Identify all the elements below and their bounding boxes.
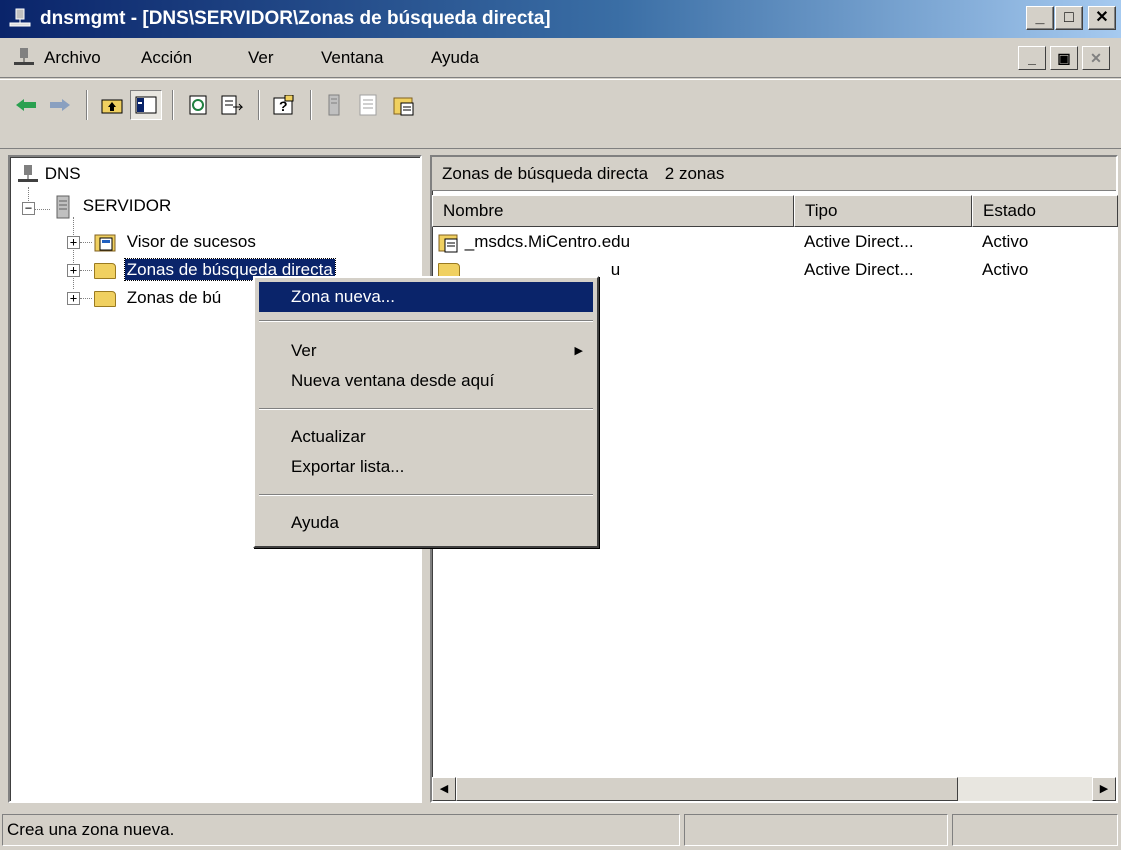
forward-icon[interactable] (44, 90, 76, 120)
row-tipo: Active Direct... (804, 260, 914, 279)
dns-root-icon (18, 164, 38, 182)
menu-item-zona-nueva[interactable]: Zona nueva... (259, 282, 593, 312)
menu-separator (259, 494, 593, 496)
help-icon[interactable]: ? (268, 90, 300, 120)
properties-icon[interactable] (352, 90, 384, 120)
title-bar[interactable]: dnsmgmt - [DNS\SERVIDOR\Zonas de búsqued… (0, 0, 1121, 38)
menu-item-ver[interactable]: Ver ▶ (259, 336, 593, 366)
row-nombre: _msdcs.MiCentro.edu (464, 232, 631, 251)
menu-ayuda[interactable]: Ayuda (431, 48, 479, 68)
child-restore-button[interactable]: ▣ (1050, 46, 1078, 70)
menu-accion[interactable]: Acción (141, 48, 192, 68)
tree-label-visor: Visor de sucesos (126, 232, 256, 251)
submenu-arrow-icon: ▶ (574, 345, 583, 357)
pane-header-count: 2 zonas (664, 164, 725, 183)
maximize-button[interactable]: □ (1055, 6, 1083, 30)
tree-item-zonas-inversa[interactable]: Zonas de bú (94, 285, 221, 311)
refresh-icon[interactable] (182, 90, 214, 120)
server-icon[interactable] (318, 90, 350, 120)
folder-icon (94, 290, 116, 307)
row-nombre-cell: _msdcs.MiCentro.edu (438, 229, 630, 255)
tree-label-zonas-inversa: Zonas de bú (126, 288, 222, 307)
tree-item-visor-sucesos[interactable]: Visor de sucesos (94, 229, 256, 255)
tree-connector (80, 270, 92, 271)
expand-visor-icon[interactable]: + (67, 236, 80, 249)
tree-label-servidor: SERVIDOR (82, 196, 172, 215)
horizontal-scrollbar[interactable]: ◀ ▶ (432, 777, 1116, 801)
collapse-server-icon[interactable]: − (22, 202, 35, 215)
toolbar-separator (86, 90, 88, 120)
menu-separator (259, 408, 593, 410)
menu-item-nueva-ventana[interactable]: Nueva ventana desde aquí (259, 366, 593, 396)
toolbar-separator (172, 90, 174, 120)
toolbar-separator (258, 90, 260, 120)
folder-icon (94, 262, 116, 279)
child-close-button[interactable]: ✕ (1082, 46, 1110, 70)
column-header-tipo[interactable]: Tipo (794, 195, 972, 227)
context-menu: Zona nueva... Ver ▶ Nueva ventana desde … (253, 276, 599, 548)
status-text: Crea una zona nueva. (2, 814, 680, 846)
menu-item-ayuda[interactable]: Ayuda (259, 508, 593, 538)
pane-header: Zonas de búsqueda directa 2 zonas (432, 157, 1116, 191)
child-minimize-button[interactable]: _ (1018, 46, 1046, 70)
menu-item-ver-label: Ver (291, 341, 317, 360)
zone-icon[interactable] (388, 90, 420, 120)
pane-header-title: Zonas de búsqueda directa (442, 164, 649, 183)
expand-zonas-directa-icon[interactable]: + (67, 264, 80, 277)
status-bar: Crea una zona nueva. (0, 810, 1121, 850)
dns-app-icon[interactable] (8, 7, 32, 31)
tree-connector (73, 217, 74, 289)
toolbar-separator (310, 90, 312, 120)
server-node-icon (56, 195, 70, 219)
mmc-doc-icon[interactable] (12, 46, 36, 70)
close-button[interactable]: ✕ (1088, 6, 1116, 30)
menu-bar: Archivo Acción Ver Ventana Ayuda _ ▣ ✕ (0, 38, 1121, 78)
zone-file-icon (438, 234, 458, 253)
menu-ventana[interactable]: Ventana (321, 48, 383, 68)
menu-separator (259, 320, 593, 322)
row-estado: Activo (982, 232, 1029, 251)
back-icon[interactable] (10, 90, 42, 120)
status-panel-3 (952, 814, 1118, 846)
tree-item-servidor[interactable]: SERVIDOR (54, 193, 171, 219)
window-title: dnsmgmt - [DNS\SERVIDOR\Zonas de búsqued… (40, 8, 551, 29)
scroll-thumb[interactable] (456, 777, 958, 801)
tree-connector (80, 242, 92, 243)
menu-item-exportar-lista[interactable]: Exportar lista... (259, 452, 593, 482)
expand-zonas-inversa-icon[interactable]: + (67, 292, 80, 305)
status-panel-2 (684, 814, 948, 846)
menu-archivo[interactable]: Archivo (44, 48, 101, 68)
toolbar: ? (0, 79, 1121, 149)
scroll-right-icon[interactable]: ▶ (1092, 777, 1116, 801)
row-estado: Activo (982, 260, 1029, 279)
event-viewer-icon (94, 234, 116, 252)
menu-ver[interactable]: Ver (248, 48, 274, 68)
tree-item-dns[interactable]: DNS (16, 161, 81, 187)
scroll-left-icon[interactable]: ◀ (432, 777, 456, 801)
column-header-nombre[interactable]: Nombre (432, 195, 794, 227)
export-list-icon[interactable] (216, 90, 248, 120)
minimize-button[interactable]: _ (1026, 6, 1054, 30)
show-tree-icon[interactable] (130, 90, 162, 120)
row-nombre: u (610, 260, 621, 279)
row-tipo: Active Direct... (804, 232, 914, 251)
up-folder-icon[interactable] (96, 90, 128, 120)
tree-connector (80, 298, 92, 299)
column-header-estado[interactable]: Estado (972, 195, 1118, 227)
menu-item-actualizar[interactable]: Actualizar (259, 422, 593, 452)
tree-label-dns: DNS (44, 164, 81, 183)
